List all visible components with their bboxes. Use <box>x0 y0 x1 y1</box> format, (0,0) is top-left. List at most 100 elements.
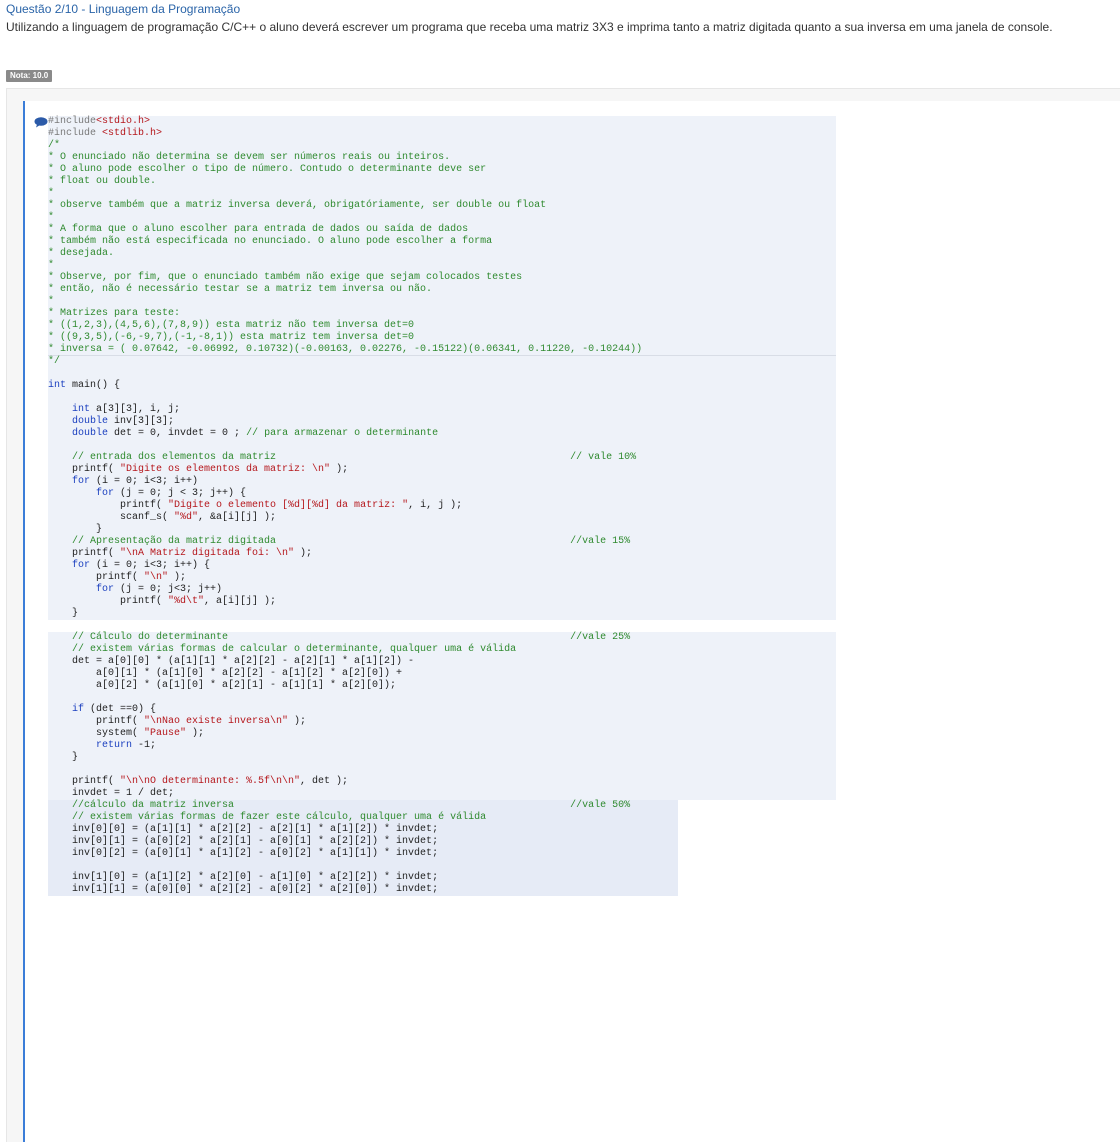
code-token: * <box>48 296 55 307</box>
code-line: inv[0][1] = (a[0][2] * a[2][1] - a[0][1]… <box>48 836 678 848</box>
code-line: for (j = 0; j<3; j++) <box>48 584 836 596</box>
code-line: * O enunciado não determina se devem ser… <box>48 152 836 164</box>
code-token: // entrada dos elementos da matriz // va… <box>48 452 637 463</box>
code-token: "Digite os elementos da matriz: \n" <box>120 464 331 475</box>
grade-badge: Nota: 10.0 <box>6 70 53 82</box>
code-block: #include<stdio.h> #include <stdlib.h>/* * … <box>48 116 836 896</box>
code-token: * <box>48 188 55 199</box>
code-token: * Matrizes para teste: <box>48 308 181 319</box>
code-token: , a[i][j] ); <box>204 596 277 607</box>
code-token: scanf_s( <box>48 512 175 523</box>
code-token: printf( <box>48 548 121 559</box>
code-line: #include <stdlib.h> <box>48 128 836 140</box>
code-line: printf( "\n" ); <box>48 572 836 584</box>
code-line: * ((9,3,5),(-6,-9,7),(-1,-8,1)) esta mat… <box>48 332 836 344</box>
code-token: double <box>72 428 109 439</box>
code-line: * float ou double. <box>48 176 836 188</box>
code-token: int <box>72 404 91 415</box>
code-token: , i, j ); <box>408 500 463 511</box>
code-line: * <box>48 212 836 224</box>
code-token: * também não está especificada no enunci… <box>48 236 493 247</box>
code-token: invdet = 1 / det; <box>48 788 175 799</box>
code-line: * A forma que o aluno escolher para entr… <box>48 224 836 236</box>
code-token: printf( <box>48 572 145 583</box>
code-line <box>48 860 678 872</box>
code-token: (det ==0) { <box>84 704 157 715</box>
code-token: a[0][2] * (a[1][0] * a[2][1] - a[1][1] *… <box>48 680 397 691</box>
code-token: printf( <box>48 500 169 511</box>
code-token: (i = 0; i<3; i++) { <box>90 560 211 571</box>
code-token: for <box>72 476 91 487</box>
code-token: // Apresentação da matriz digitada //val… <box>48 536 631 547</box>
code-token: } <box>48 608 79 619</box>
code-token: inv[0][1] = (a[0][2] * a[2][1] - a[0][1]… <box>48 836 439 847</box>
code-line: printf( "Digite os elementos da matriz: … <box>48 464 836 476</box>
code-token: * inversa = ( 0.07642, -0.06992, 0.10732… <box>48 344 643 355</box>
code-line: * Matrizes para teste: <box>48 308 836 320</box>
code-line: double inv[3][3]; <box>48 416 836 428</box>
question-title: Questão 2/10 - Linguagem da Programação <box>6 2 241 16</box>
code-token: det = a[0][0] * (a[1][1] * a[2][2] - a[2… <box>48 656 415 667</box>
code-token: /* <box>48 140 61 151</box>
code-line <box>48 368 836 380</box>
code-token: for <box>72 560 91 571</box>
code-line: * ((1,2,3),(4,5,6),(7,8,9)) esta matriz … <box>48 320 836 332</box>
code-line: inv[0][0] = (a[1][1] * a[2][2] - a[2][1]… <box>48 824 678 836</box>
code-token: //cálculo da matriz inversa //vale 50% <box>48 800 631 811</box>
code-line: if (det ==0) { <box>48 704 836 716</box>
code-token: */ <box>48 356 61 367</box>
code-line: printf( "Digite o elemento [%d][%d] da m… <box>48 500 836 512</box>
code-token: <stdlib.h> <box>102 128 163 139</box>
code-token: int <box>48 380 67 391</box>
code-token: ); <box>294 548 313 559</box>
code-line: * <box>48 296 836 308</box>
code-token: det = 0, invdet = 0 ; <box>108 428 247 439</box>
code-line: int a[3][3], i, j; <box>48 404 836 416</box>
code-line <box>48 692 836 704</box>
question-page: Questão 2/10 - Linguagem da Programação … <box>0 0 1120 1142</box>
code-line: } <box>48 524 836 536</box>
code-token: system( <box>48 728 145 739</box>
question-description: Utilizando a linguagem de programação C/… <box>6 20 1053 34</box>
code-token: printf( <box>48 596 169 607</box>
code-token: -1; <box>132 740 157 751</box>
code-token: a[3][3], i, j; <box>90 404 181 415</box>
code-token: * float ou double. <box>48 176 157 187</box>
code-token: inv[3][3]; <box>108 416 175 427</box>
code-line: for (i = 0; i<3; i++) { <box>48 560 836 572</box>
code-line: */ <box>48 356 836 368</box>
code-line: printf( "\nNao existe inversa\n" ); <box>48 716 836 728</box>
code-token: inv[0][2] = (a[0][1] * a[1][2] - a[0][2]… <box>48 848 439 859</box>
code-token: * ((9,3,5),(-6,-9,7),(-1,-8,1)) esta mat… <box>48 332 415 343</box>
code-line: for (i = 0; i<3; i++) <box>48 476 836 488</box>
code-token: (j = 0; j < 3; j++) { <box>114 488 247 499</box>
code-token: a[0][1] * (a[1][0] * a[2][2] - a[1][2] *… <box>48 668 403 679</box>
code-line: return -1; <box>48 740 836 752</box>
code-line: printf( "\nA Matriz digitada foi: \n" ); <box>48 548 836 560</box>
code-token: return <box>96 740 133 751</box>
code-line: inv[1][0] = (a[1][2] * a[2][0] - a[1][0]… <box>48 872 678 884</box>
code-token: (j = 0; j<3; j++) <box>114 584 223 595</box>
code-token: * <box>48 212 55 223</box>
code-token: } <box>48 752 79 763</box>
code-line: * observe também que a matriz inversa de… <box>48 200 836 212</box>
speech-bubble-icon[interactable] <box>34 115 48 133</box>
code-line: // Cálculo do determinante //vale 25% <box>48 632 836 644</box>
code-line <box>48 440 836 452</box>
code-line: printf( "\n\nO determinante: %.5f\n\n", … <box>48 776 836 788</box>
code-line: invdet = 1 / det; <box>48 788 836 800</box>
code-token: * O enunciado não determina se devem ser… <box>48 152 451 163</box>
code-line: a[0][2] * (a[1][0] * a[2][1] - a[1][1] *… <box>48 680 836 692</box>
code-token: * então, não é necessário testar se a ma… <box>48 284 433 295</box>
code-token: for <box>96 584 115 595</box>
code-token: if <box>72 704 85 715</box>
code-line: for (j = 0; j < 3; j++) { <box>48 488 836 500</box>
code-token: "%d\t" <box>168 596 205 607</box>
